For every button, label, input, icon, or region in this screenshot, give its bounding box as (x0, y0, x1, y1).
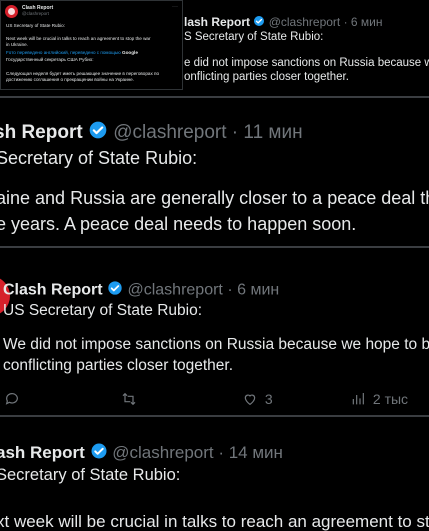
author-name[interactable]: lash Report (184, 15, 250, 29)
author-handle: @clashreport (22, 11, 49, 16)
author-name[interactable]: ash Report (0, 443, 85, 462)
translated-title-line: Государственный секретарь США Рубио: (6, 57, 94, 62)
tweet-body-line: onflicting parties closer together. (184, 71, 349, 83)
tweet-card[interactable]: sh Report @clashreport · 11 мин Secretar… (0, 104, 429, 244)
translated-body-line: Следующая неделя будет иметь решающее зн… (6, 71, 160, 76)
views-icon (352, 393, 364, 405)
tweet-body-line: in Ukraine. (6, 42, 28, 47)
author-handle-time[interactable]: @clashreport · 6 мин (127, 282, 279, 299)
author-name[interactable]: sh Report (0, 122, 83, 143)
tweet-body-line: Next week will be crucial in talks to re… (6, 36, 151, 41)
views-count: 2 тыс (372, 391, 409, 407)
divider (0, 415, 429, 417)
views-button[interactable]: 2 тыс (350, 391, 408, 410)
tweet-subtitle: S Secretary of State Rubio: (184, 31, 324, 43)
tweet-thumbnail[interactable]: Clash Report @clashreport ··· US Secreta… (0, 0, 183, 90)
verified-badge-icon (253, 15, 265, 30)
verified-badge-icon (90, 442, 108, 465)
heart-icon (244, 394, 256, 406)
tweet-body-line: We did not impose sanctions on Russia be… (3, 336, 429, 353)
translation-brand: Google (122, 50, 138, 55)
tweet-body-line: e did not impose sanctions on Russia bec… (184, 57, 429, 69)
tweet-subtitle: Secretary of State Rubio: (0, 148, 198, 168)
tweet-card[interactable]: Clash Report @clashreport · 6 мин US Sec… (0, 264, 429, 410)
tweet-body-line: e years. A peace deal needs to happen so… (0, 214, 357, 234)
verified-badge-icon (88, 120, 108, 146)
author-handle-time[interactable]: @clashreport · 14 мин (112, 443, 283, 462)
tweet-header: Clash Report @clashreport · 6 мин (3, 280, 279, 301)
tweet-body-line: conflicting parties closer together. (3, 357, 234, 374)
tweet-header: ash Report @clashreport · 14 мин (0, 442, 283, 465)
avatar[interactable] (5, 5, 18, 18)
tweet-body-line: xt week will be crucial in talks to reac… (0, 512, 429, 531)
divider (0, 96, 429, 98)
verified-badge-icon (107, 280, 123, 301)
author-handle-time[interactable]: @clashreport · 11 мин (113, 122, 302, 143)
tweet-header: sh Report @clashreport · 11 мин (0, 120, 303, 146)
tweet-actions: 3 2 тыс (0, 391, 429, 410)
tweet-card[interactable]: lash Report @clashreport · 6 мин S Secre… (184, 0, 429, 90)
like-count: 3 (264, 391, 273, 407)
author-handle-time[interactable]: @clashreport · 6 мин (269, 15, 383, 29)
translation-label[interactable]: Fото переведено английский, переведено с… (6, 50, 121, 55)
divider (0, 246, 429, 248)
translation-note[interactable]: Fото переведено английский, переведено с… (6, 50, 138, 55)
like-button[interactable]: 3 (242, 391, 273, 410)
author-name[interactable]: Clash Report (3, 282, 103, 299)
translated-body-line: достижению соглашения о прекращении войн… (6, 77, 135, 82)
tweet-title-line: US Secretary of State Rubio: (6, 23, 65, 28)
repost-icon[interactable] (120, 391, 138, 410)
tweet-body-line: aine and Russia are generally closer to … (0, 188, 429, 208)
tweet-subtitle: Secretary of State Rubio: (0, 466, 181, 484)
tweet-subtitle: US Secretary of State Rubio: (3, 302, 203, 319)
tweet-card[interactable]: ash Report @clashreport · 14 мин Secreta… (0, 424, 429, 531)
reply-icon[interactable] (4, 391, 20, 410)
more-icon[interactable]: ··· (172, 4, 178, 10)
tweet-header: lash Report @clashreport · 6 мин (184, 15, 383, 30)
